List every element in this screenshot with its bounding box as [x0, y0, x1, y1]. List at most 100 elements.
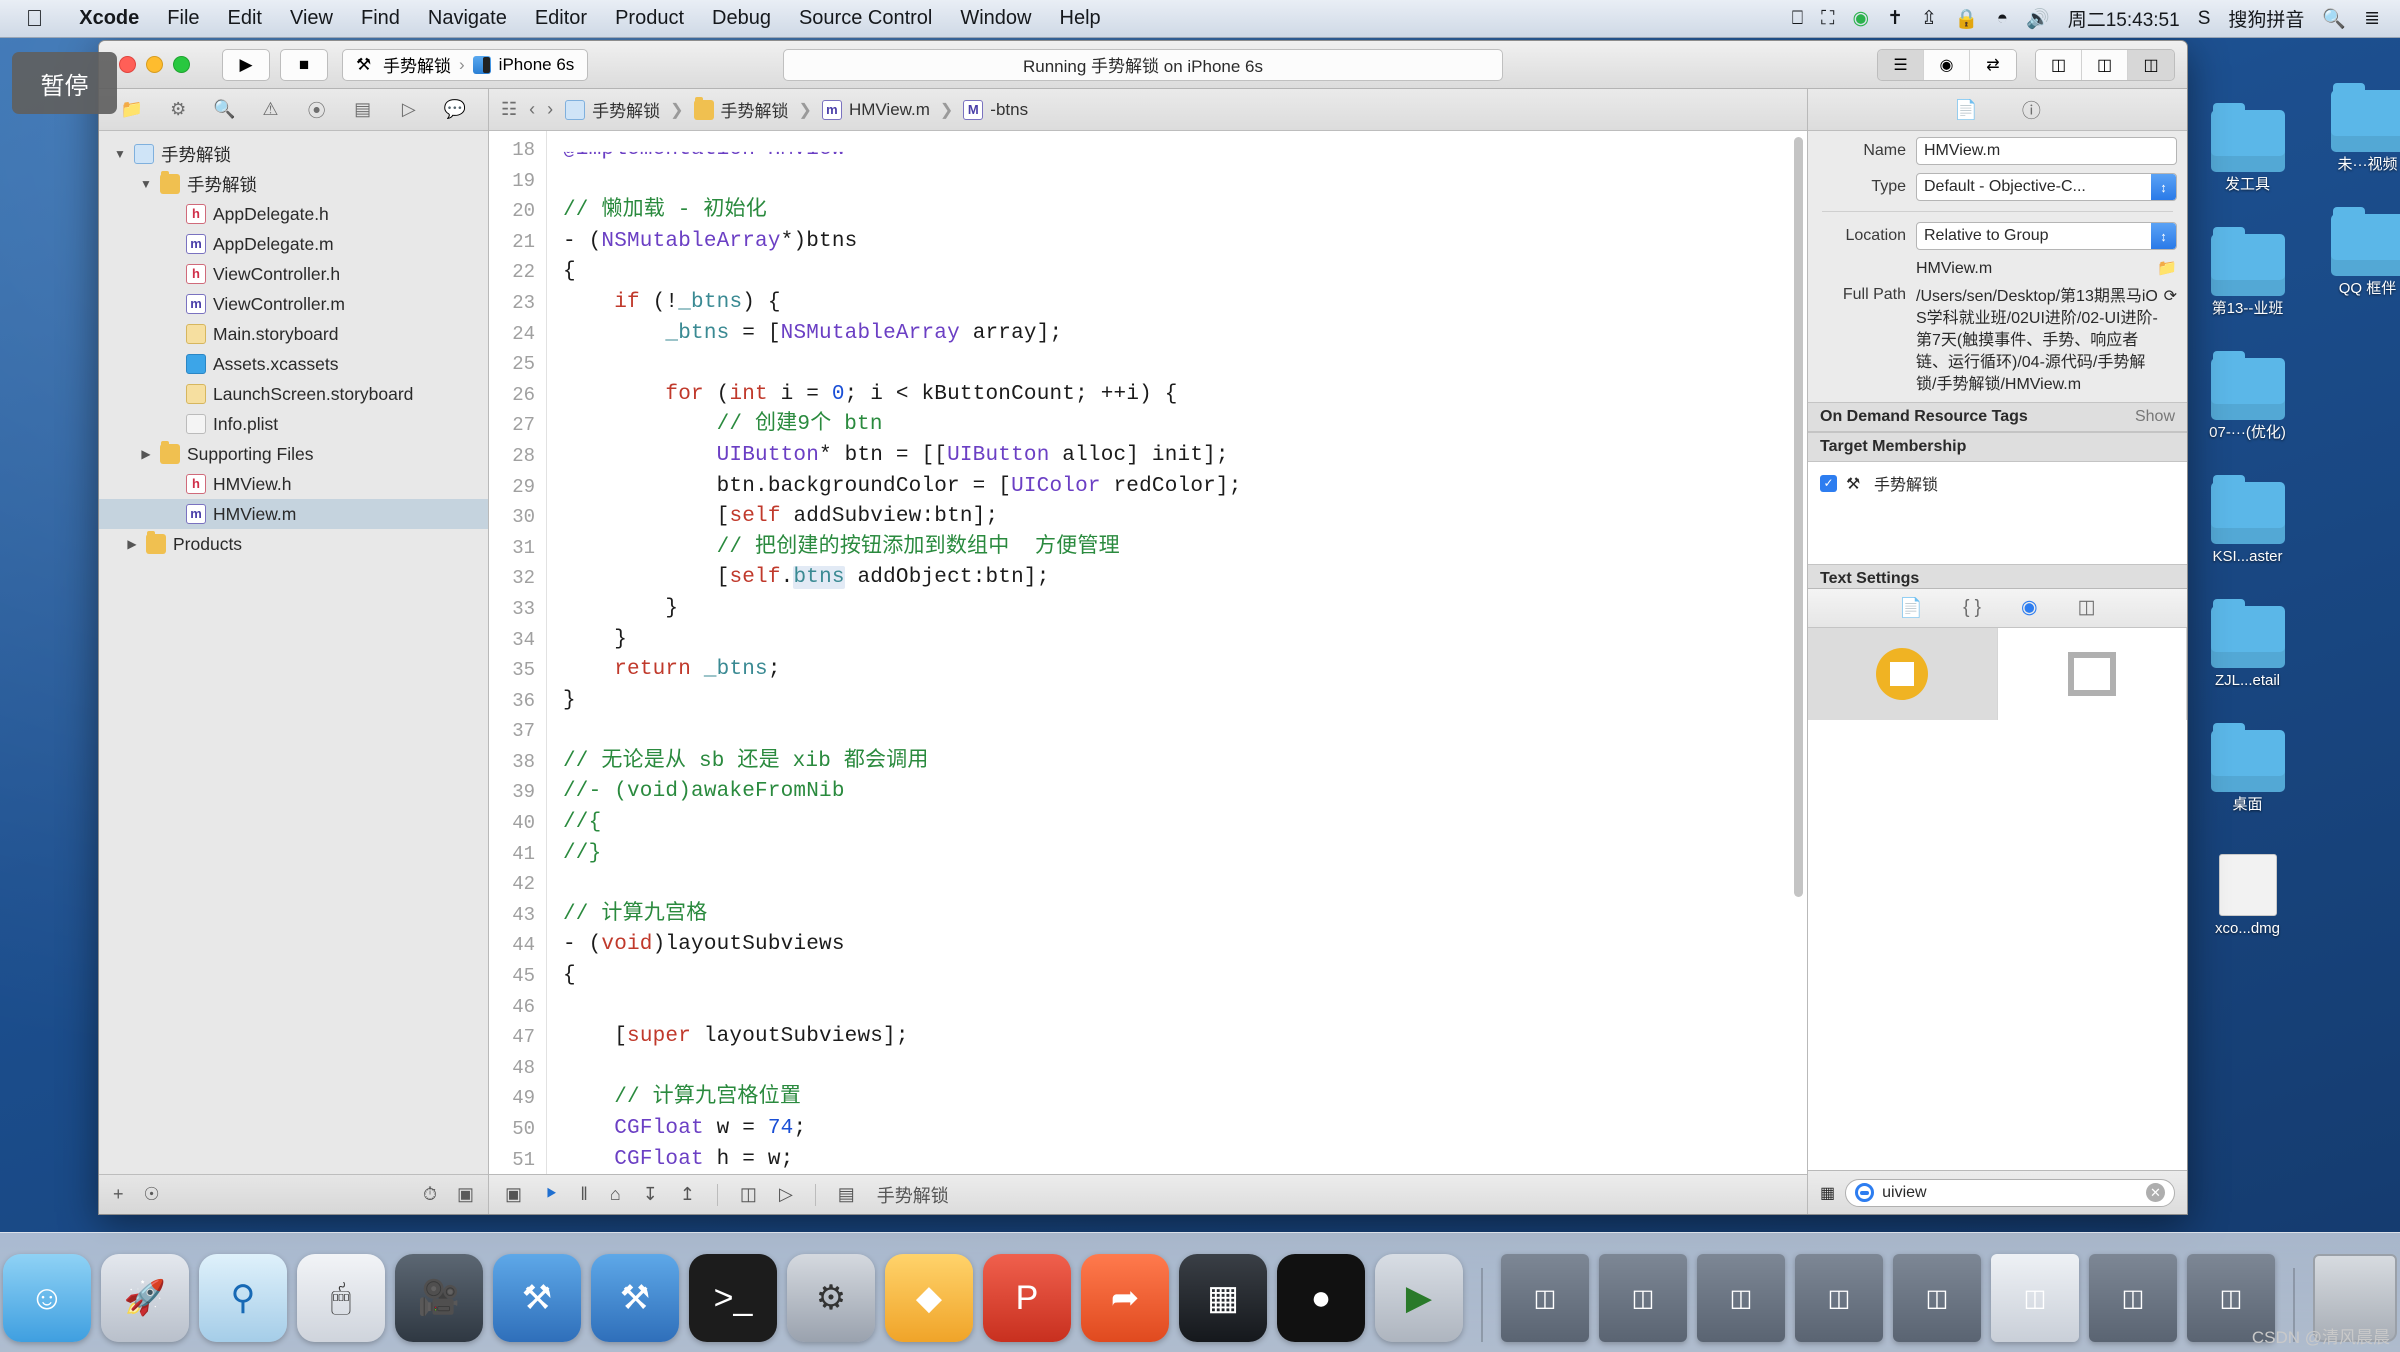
input-method-label[interactable]: 搜狗拼音 [2228, 5, 2304, 32]
disclosure-triangle-icon[interactable]: ▼ [113, 147, 127, 161]
code-line[interactable]: CGFloat h = w; [563, 1145, 1807, 1174]
menu-item-debug[interactable]: Debug [698, 7, 785, 30]
target-membership-row[interactable]: ✓ ⚒ 手势解锁 [1808, 462, 2187, 504]
code-line[interactable]: @implementation HMView [563, 152, 1807, 166]
window-tile[interactable]: ◫ [2089, 1254, 2177, 1342]
mono-app-icon[interactable]: ● [1277, 1254, 1365, 1342]
search-icon[interactable]: 🔍 [2322, 7, 2346, 31]
code-line[interactable]: { [563, 961, 1807, 992]
type-popup[interactable]: Default - Objective-C... ↕ [1916, 173, 2177, 201]
xcode-beta-icon[interactable]: ⚒ [493, 1254, 581, 1342]
report-navigator-tab[interactable]: 💬 [441, 99, 469, 120]
code-line[interactable]: { [563, 257, 1807, 288]
tree-row-group[interactable]: ▼ 手势解锁 [99, 169, 488, 199]
file-inspector-tab[interactable]: 📄 [1954, 98, 1978, 122]
clear-icon[interactable]: ✕ [2146, 1183, 2165, 1202]
library-item-view[interactable] [1997, 627, 2187, 720]
window-tile[interactable]: ◫ [1893, 1254, 1981, 1342]
window-tile[interactable]: ◫ [1795, 1254, 1883, 1342]
code-line[interactable]: for (int i = 0; i < kButtonCount; ++i) { [563, 380, 1807, 411]
minimize-button[interactable] [146, 56, 163, 73]
list-view-icon[interactable]: ▦ [1820, 1183, 1835, 1203]
code-line[interactable]: [super layoutSubviews]; [563, 1022, 1807, 1053]
code-line[interactable]: // 把创建的按钮添加到数组中 方便管理 [563, 533, 1807, 564]
menu-item-window[interactable]: Window [946, 7, 1045, 30]
desktop-item[interactable]: 未···视频 [2300, 83, 2400, 174]
run-button[interactable]: ▶ [222, 48, 270, 81]
code-line[interactable]: // 懒加载 - 初始化 [563, 196, 1807, 227]
window-tile[interactable]: ◫ [1697, 1254, 1785, 1342]
notes-icon[interactable]: ▦ [1179, 1254, 1267, 1342]
version-editor-icon[interactable]: ⇄ [1970, 49, 2016, 80]
menu-item-help[interactable]: Help [1046, 7, 1115, 30]
menu-item-edit[interactable]: Edit [214, 7, 276, 30]
name-input[interactable]: HMView.m [1916, 137, 2177, 165]
tree-row-viewcontroller-m[interactable]: m ViewController.m [99, 289, 488, 319]
desktop-item[interactable]: 07-···(优化) [2180, 351, 2315, 442]
code-line[interactable] [563, 166, 1807, 197]
object-library-tab[interactable]: ◉ [2021, 596, 2038, 619]
code-line[interactable] [563, 716, 1807, 747]
standard-editor-icon[interactable]: ☰ [1878, 49, 1924, 80]
code-line[interactable]: // 计算九宫格 [563, 900, 1807, 931]
project-navigator-tab[interactable]: 📁 [118, 99, 146, 120]
library-results-list[interactable] [1808, 719, 2187, 1170]
desktop-item[interactable]: 发工具 [2180, 103, 2315, 194]
desktop-item[interactable]: QQ 框伴 [2300, 207, 2400, 298]
safari-icon[interactable]: ⚲ [199, 1254, 287, 1342]
tree-row-assets[interactable]: Assets.xcassets [99, 349, 488, 379]
tree-row-appdelegate-m[interactable]: m AppDelegate.m [99, 229, 488, 259]
p-app-icon[interactable]: P [983, 1254, 1071, 1342]
menu-item-navigate[interactable]: Navigate [414, 7, 521, 30]
code-snippet-library-tab[interactable]: { } [1963, 597, 1981, 619]
code-line[interactable]: - (void)layoutSubviews [563, 930, 1807, 961]
code-line[interactable]: } [563, 686, 1807, 717]
code-line[interactable] [563, 1053, 1807, 1084]
media-library-tab[interactable]: ◫ [2078, 596, 2096, 619]
chevron-right-icon[interactable]: › [547, 99, 553, 120]
scheme-selector[interactable]: ⚒ 手势解锁 › iPhone 6s [342, 48, 589, 81]
target-checkbox[interactable]: ✓ [1820, 474, 1837, 492]
input-method-badge-icon[interactable]: S [2198, 8, 2211, 30]
code-line[interactable]: //- (void)awakeFromNib [563, 777, 1807, 808]
breakpoint-navigator-tab[interactable]: ▷ [395, 99, 423, 120]
apple-icon[interactable]:  [26, 5, 43, 32]
continue-icon[interactable]: ⯈ [544, 1184, 558, 1205]
menu-item-product[interactable]: Product [601, 7, 698, 30]
tree-row-main-storyboard[interactable]: Main.storyboard [99, 319, 488, 349]
stop-button[interactable]: ■ [280, 48, 328, 81]
window-tile[interactable]: ◫ [1599, 1254, 1687, 1342]
editor-scrollbar[interactable] [1794, 137, 1803, 897]
code-line[interactable]: _btns = [NSMutableArray array]; [563, 319, 1807, 350]
volume-icon[interactable]: 🔊 [2026, 7, 2050, 31]
desktop-item[interactable]: ZJL...etail [2180, 599, 2315, 690]
chevron-left-icon[interactable]: ‹ [529, 99, 535, 120]
desktop-item[interactable]: 桌面 [2180, 723, 2315, 814]
unsaved-files-icon[interactable]: ▣ [457, 1184, 474, 1205]
breadcrumb-project[interactable]: 手势解锁 [592, 97, 660, 122]
code-line[interactable]: // 创建9个 btn [563, 410, 1807, 441]
tree-row-project[interactable]: ▼ 手势解锁 [99, 139, 488, 169]
test-navigator-tab[interactable]: ⦿ [303, 97, 331, 123]
code-line[interactable]: btn.backgroundColor = [UIColor redColor]… [563, 472, 1807, 503]
related-items-icon[interactable]: ☷ [501, 99, 517, 120]
menu-item-find[interactable]: Find [347, 7, 414, 30]
project-file-tree[interactable]: ▼ 手势解锁 ▼ 手势解锁 h AppDelegate.h m AppDeleg… [99, 131, 488, 1174]
location-icon[interactable]: ▷ [779, 1184, 793, 1205]
xcode-icon[interactable]: ⚒ [591, 1254, 679, 1342]
code-line[interactable]: //} [563, 839, 1807, 870]
code-line[interactable]: UIButton* btn = [[UIButton alloc] init]; [563, 441, 1807, 472]
code-line[interactable]: } [563, 594, 1807, 625]
reveal-arrow-icon[interactable]: ⟳ [2164, 286, 2177, 396]
quick-help-tab[interactable]: ⓘ [2022, 96, 2041, 123]
finder-icon[interactable]: ☺ [3, 1254, 91, 1342]
show-debug-area-icon[interactable]: ▣ [505, 1184, 522, 1205]
odr-show-link[interactable]: Show [2135, 408, 2175, 426]
airplay-icon[interactable]: ⎕ [1792, 8, 1803, 30]
zoom-button[interactable] [173, 56, 190, 73]
sketch-icon[interactable]: ◆ [885, 1254, 973, 1342]
folder-browse-icon[interactable]: 📁 [2157, 258, 2177, 280]
close-button[interactable] [119, 56, 136, 73]
code-line[interactable]: if (!_btns) { [563, 288, 1807, 319]
location-popup[interactable]: Relative to Group ↕ [1916, 222, 2177, 250]
